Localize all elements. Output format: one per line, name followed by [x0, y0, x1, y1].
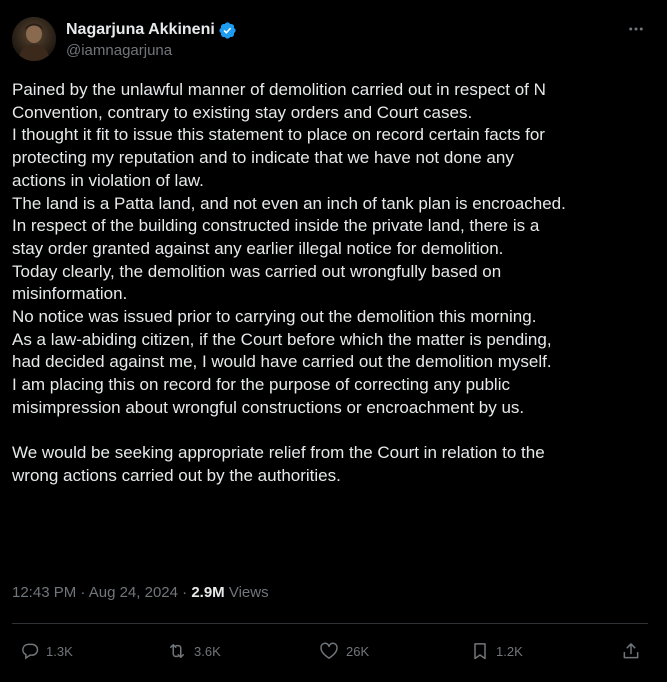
- tweet-time[interactable]: 12:43 PM: [12, 584, 76, 601]
- tweet-card: Nagarjuna Akkineni @iamnagarjuna Pained …: [0, 0, 667, 682]
- repost-button[interactable]: 3.6K: [166, 637, 221, 665]
- author-display-name[interactable]: Nagarjuna Akkineni: [66, 21, 215, 39]
- views-count[interactable]: 2.9M: [191, 584, 224, 601]
- share-button[interactable]: [621, 637, 647, 665]
- verified-badge-icon: [218, 21, 237, 40]
- tweet-line: Convention, contrary to existing stay or…: [12, 102, 473, 122]
- tweet-line: had decided against me, I would have car…: [12, 352, 552, 372]
- tweet-line: In respect of the building constructed i…: [12, 216, 540, 236]
- reply-icon: [22, 643, 39, 660]
- more-dots-icon[interactable]: [625, 18, 647, 40]
- reply-button[interactable]: 1.3K: [20, 637, 73, 665]
- tweet-line: I am placing this on record for the purp…: [12, 375, 510, 395]
- tweet-line: misimpression about wrongful constructio…: [12, 397, 525, 417]
- meta-separator: ·: [80, 584, 86, 601]
- tweet-line: I thought it fit to issue this statement…: [12, 125, 545, 145]
- tweet-line: wrong actions carried out by the authori…: [12, 465, 341, 485]
- tweet-line: protecting my reputation and to indicate…: [12, 148, 514, 168]
- bookmark-button[interactable]: 1.2K: [470, 637, 523, 665]
- share-icon: [623, 643, 639, 659]
- views-label: Views: [228, 584, 269, 601]
- tweet-line: No notice was issued prior to carrying o…: [12, 307, 537, 327]
- tweet-line: As a law-abiding citizen, if the Court b…: [12, 329, 552, 349]
- divider: [12, 623, 648, 624]
- author-handle[interactable]: @iamnagarjuna: [66, 42, 172, 59]
- tweet-line: stay order granted against any earlier i…: [12, 238, 504, 258]
- like-count: 26K: [346, 643, 370, 659]
- author-name-row: Nagarjuna Akkineni: [66, 19, 237, 41]
- reply-count: 1.3K: [46, 643, 73, 659]
- bookmark-count: 1.2K: [496, 643, 523, 659]
- tweet-text: Pained by the unlawful manner of demolit…: [12, 79, 658, 488]
- tweet-date[interactable]: Aug 24, 2024: [89, 584, 178, 601]
- heart-icon: [320, 642, 338, 659]
- bookmark-icon: [474, 643, 486, 660]
- tweet-meta: 12:43 PM · Aug 24, 2024 · 2.9M Views: [12, 584, 269, 601]
- tweet-line: The land is a Patta land, and not even a…: [12, 193, 566, 213]
- like-button[interactable]: 26K: [318, 637, 369, 665]
- avatar[interactable]: [12, 17, 56, 61]
- tweet-line: misinformation.: [12, 284, 128, 304]
- tweet-line: We would be seeking appropriate relief f…: [12, 443, 545, 463]
- tweet-line: Today clearly, the demolition was carrie…: [12, 261, 502, 281]
- tweet-line: Pained by the unlawful manner of demolit…: [12, 80, 546, 99]
- repost-count: 3.6K: [194, 643, 221, 659]
- meta-separator: ·: [182, 584, 188, 601]
- tweet-line: actions in violation of law.: [12, 170, 204, 190]
- repost-icon: [170, 644, 184, 658]
- action-bar: 1.3K 3.6K 26K 1.2K: [0, 637, 667, 665]
